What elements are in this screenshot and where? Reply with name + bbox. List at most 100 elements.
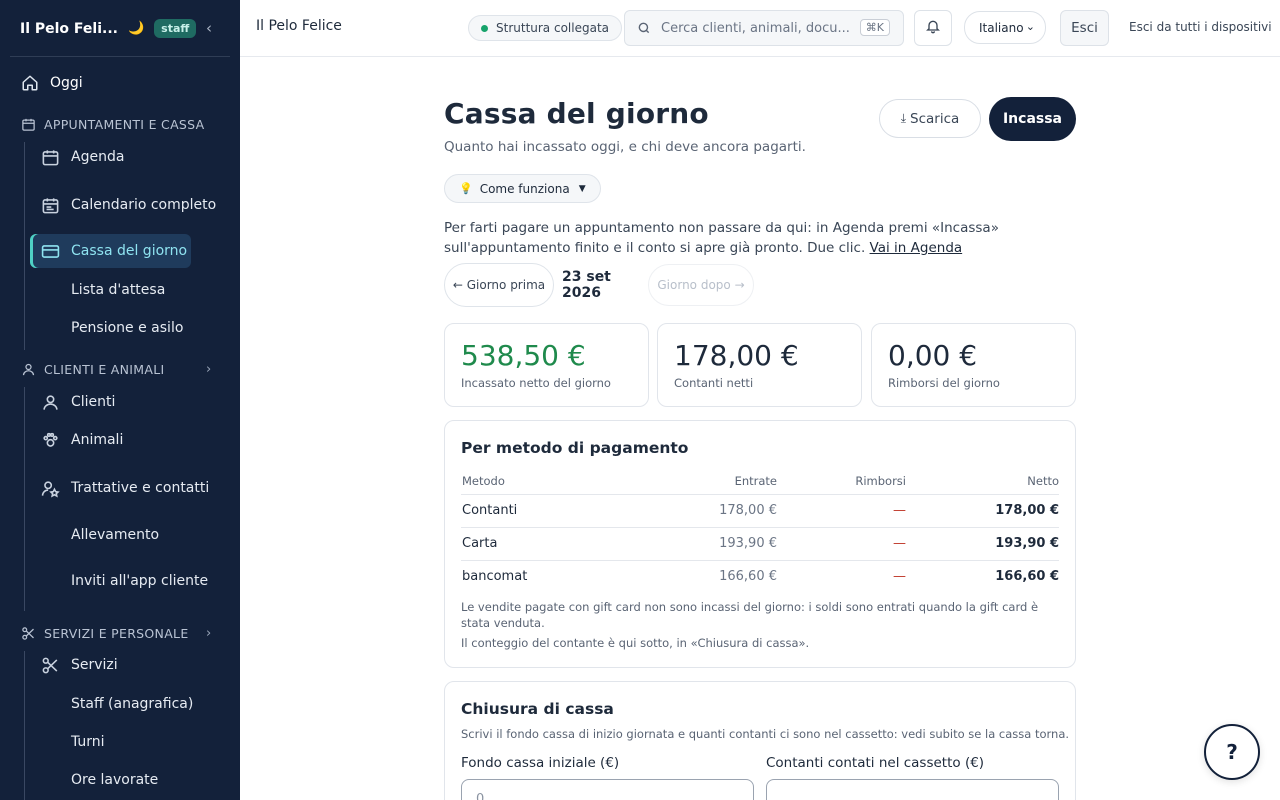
refunds-cell: — [777, 527, 906, 561]
table-row: bancomat 166,60 € — 166,60 € [461, 560, 1059, 593]
stat-card-refunds: 0,00 € Rimborsi del giorno [871, 323, 1076, 407]
sidebar-item-staff[interactable]: Staff (anagrafica) [40, 694, 220, 714]
sidebar-item-breeding[interactable]: Allevamento [40, 525, 220, 545]
credit-card-icon [40, 241, 60, 261]
column-header: Entrate [601, 468, 777, 495]
sidebar-item-today[interactable]: Oggi [20, 72, 83, 94]
paw-icon [40, 430, 60, 450]
previous-day-button[interactable]: ← Giorno prima [444, 263, 554, 307]
logout-all-devices-link[interactable]: Esci da tutti i dispositivi [1129, 20, 1272, 34]
lightbulb-icon: 💡 [459, 182, 473, 195]
income-cell: 166,60 € [719, 569, 777, 585]
brand-name[interactable]: Il Pelo Feli... [20, 21, 118, 37]
sidebar-item-daily-cash[interactable]: Cassa del giorno [30, 234, 191, 268]
float-input[interactable] [461, 779, 754, 800]
chevron-down-icon: ⌄ [1025, 20, 1035, 33]
gift-card-note: Le vendite pagate con gift card non sono… [461, 600, 1039, 630]
section-clients[interactable]: CLIENTI E ANIMALI › [20, 361, 220, 377]
collect-payment-button[interactable]: Incassa [989, 97, 1076, 141]
section-rail [24, 387, 25, 611]
income-cell: 178,00 € [601, 494, 777, 528]
go-to-agenda-link[interactable]: Vai in Agenda [870, 240, 963, 256]
sidebar-item-hours-worked[interactable]: Ore lavorate [40, 770, 220, 790]
counted-cash-label: Contanti contati nel cassetto (€) [766, 755, 985, 771]
table-header-row: Metodo Entrate Rimborsi Netto [461, 468, 1059, 495]
section-services[interactable]: SERVIZI E PERSONALE › [20, 625, 220, 641]
moon-icon[interactable]: 🌙 [128, 21, 144, 36]
sidebar-item-clients[interactable]: Clienti [40, 392, 220, 412]
net-cell: 193,90 € [906, 527, 1059, 561]
payment-methods-table: Metodo Entrate Rimborsi Netto Contanti 1… [461, 468, 1059, 593]
how-it-works-toggle[interactable]: 💡 Come funziona ▼ [444, 174, 601, 203]
day-navigation: ← Giorno prima 23 set 2026 Giorno dopo → [444, 263, 754, 307]
page-title: Cassa del giorno [444, 97, 709, 130]
connection-status-label: Struttura collegata [496, 21, 609, 35]
search-input[interactable]: Cerca clienti, animali, docu... ⌘K [624, 10, 904, 46]
sidebar-item-waitlist[interactable]: Lista d'attesa [40, 280, 220, 300]
sidebar-item-label: Allevamento [71, 526, 160, 543]
user-star-icon [40, 478, 60, 498]
stat-value: 538,50 € [461, 339, 586, 372]
sidebar-item-label: Oggi [50, 75, 83, 91]
notifications-button[interactable] [914, 10, 952, 46]
download-button[interactable]: ⤓ Scarica [879, 99, 981, 138]
sidebar-item-label: Trattative e contatti [71, 479, 210, 496]
sidebar-item-agenda[interactable]: Agenda [40, 147, 220, 167]
scissors-icon [40, 655, 60, 675]
collapse-sidebar-icon[interactable]: ‹ [206, 19, 212, 37]
stat-value: 0,00 € [888, 339, 978, 372]
search-placeholder: Cerca clienti, animali, docu... [661, 20, 850, 36]
logout-button[interactable]: Esci [1060, 10, 1109, 46]
sidebar-item-deals[interactable]: Trattative e contatti [40, 469, 220, 507]
download-label: Scarica [910, 110, 960, 127]
stat-label: Rimborsi del giorno [888, 376, 1000, 390]
how-it-works-label: Come funziona [479, 181, 570, 196]
sidebar-item-shifts[interactable]: Turni [40, 732, 220, 752]
language-select[interactable]: Italiano ⌄ [964, 11, 1046, 44]
sidebar-item-services[interactable]: Servizi [40, 655, 220, 675]
home-icon [20, 73, 40, 93]
sidebar-item-label: Lista d'attesa [71, 281, 166, 298]
refunds-cell: — [893, 569, 906, 585]
sidebar-item-label: Ore lavorate [71, 771, 159, 788]
sidebar-item-client-app-invites[interactable]: Inviti all'app cliente [40, 562, 220, 600]
section-title: APPUNTAMENTI E CASSA [44, 116, 205, 132]
scissors-icon [20, 625, 36, 641]
calendar-icon [40, 147, 60, 167]
card-title: Chiusura di cassa [461, 700, 614, 718]
method-cell: Contanti [461, 494, 601, 528]
sidebar-item-label: Staff (anagrafica) [71, 695, 194, 712]
cash-count-note: Il conteggio del contante è qui sotto, i… [461, 636, 810, 650]
card-title: Per metodo di pagamento [461, 439, 689, 457]
calendar-list-icon [40, 195, 60, 215]
next-day-button[interactable]: Giorno dopo → [648, 264, 754, 306]
sidebar: Il Pelo Feli... 🌙 staff ‹ Oggi APPUNTAME… [0, 0, 240, 800]
bell-icon [925, 18, 941, 38]
sidebar-header: Il Pelo Feli... 🌙 staff ‹ [0, 0, 240, 57]
sidebar-item-label: Clienti [71, 393, 116, 410]
search-shortcut: ⌘K [859, 19, 890, 36]
help-button[interactable]: ? [1204, 724, 1260, 780]
counted-cash-input[interactable] [766, 779, 1059, 800]
sidebar-item-label: Turni [71, 733, 105, 750]
payment-methods-card: Per metodo di pagamento Metodo Entrate R… [444, 420, 1076, 668]
sidebar-item-animals[interactable]: Animali [40, 430, 220, 450]
sidebar-item-full-calendar[interactable]: Calendario completo [40, 186, 220, 224]
section-rail [24, 651, 25, 800]
section-appointments[interactable]: APPUNTAMENTI E CASSA [20, 116, 204, 132]
user-icon [40, 392, 60, 412]
stat-card-net-income: 538,50 € Incassato netto del giorno [444, 323, 649, 407]
sidebar-item-boarding[interactable]: Pensione e asilo [40, 318, 220, 338]
refunds-cell: — [777, 494, 906, 528]
user-icon [20, 361, 36, 377]
chevron-right-icon: › [206, 625, 212, 641]
table-row: Contanti 178,00 € — 178,00 € [461, 494, 1059, 528]
role-badge: staff [154, 19, 197, 38]
connection-status-pill[interactable]: Struttura collegata [468, 15, 622, 41]
sidebar-item-label: Inviti all'app cliente [71, 572, 209, 589]
sidebar-item-label: Servizi [71, 656, 118, 673]
section-title: CLIENTI E ANIMALI [44, 361, 165, 377]
column-header: Metodo [461, 468, 601, 495]
language-value: Italiano [979, 20, 1024, 35]
status-dot-icon [481, 24, 488, 32]
